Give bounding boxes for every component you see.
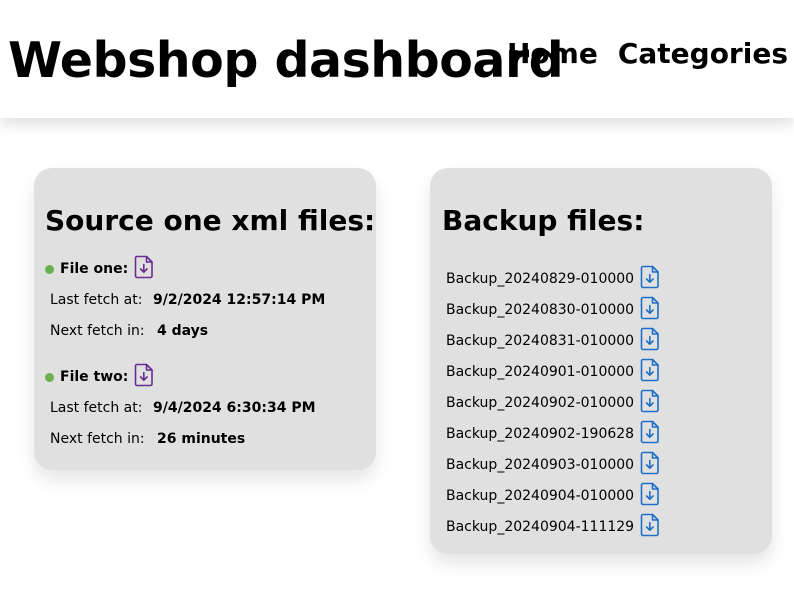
file-download-icon[interactable] — [640, 327, 660, 355]
file-download-icon[interactable] — [640, 513, 660, 541]
backup-list-item: Backup_20240904-111129 — [446, 511, 660, 542]
source-files-card: Source one xml files: File one: Last fet… — [34, 168, 376, 470]
backup-files-card: Backup files: Backup_20240829-010000 Back… — [430, 168, 772, 554]
file-name: File two: — [60, 369, 129, 385]
file-name: File one: — [60, 261, 129, 277]
file-download-icon[interactable] — [640, 296, 660, 324]
file-download-icon[interactable] — [134, 255, 154, 283]
last-fetch-value: 9/4/2024 6:30:34 PM — [153, 400, 316, 416]
backup-list-item: Backup_20240831-010000 — [446, 325, 660, 356]
page-title: Webshop dashboard — [8, 32, 564, 89]
status-dot — [45, 264, 54, 274]
backup-file-name: Backup_20240904-010000 — [446, 487, 635, 504]
main-nav: Home Categories — [507, 40, 788, 68]
last-fetch-value: 9/2/2024 12:57:14 PM — [153, 292, 326, 308]
last-fetch-row: Last fetch at: 9/4/2024 6:30:34 PM — [50, 400, 316, 416]
next-fetch-label: Next fetch in: — [50, 323, 145, 339]
source-card-title: Source one xml files: — [45, 204, 376, 237]
nav-categories-link[interactable]: Categories — [618, 40, 788, 68]
next-fetch-label: Next fetch in: — [50, 431, 145, 447]
source-file-one: File one: — [45, 255, 365, 283]
backup-list-item: Backup_20240901-010000 — [446, 356, 660, 387]
backup-file-name: Backup_20240901-010000 — [446, 363, 635, 380]
backup-file-name: Backup_20240902-190628 — [446, 425, 635, 442]
backup-file-name: Backup_20240903-010000 — [446, 456, 635, 473]
file-download-icon[interactable] — [134, 363, 154, 391]
nav-home-link[interactable]: Home — [507, 40, 598, 68]
next-fetch-value: 26 minutes — [157, 431, 246, 447]
file-download-icon[interactable] — [640, 420, 660, 448]
last-fetch-label: Last fetch at: — [50, 400, 143, 416]
backup-file-name: Backup_20240902-010000 — [446, 394, 635, 411]
backup-list-item: Backup_20240903-010000 — [446, 449, 660, 480]
backup-file-list: Backup_20240829-010000 Backup_20240830-01… — [446, 263, 660, 542]
file-download-icon[interactable] — [640, 265, 660, 293]
next-fetch-row: Next fetch in: 4 days — [50, 323, 208, 339]
backup-list-item: Backup_20240902-010000 — [446, 387, 660, 418]
backup-file-name: Backup_20240830-010000 — [446, 301, 635, 318]
next-fetch-row: Next fetch in: 26 minutes — [50, 431, 245, 447]
next-fetch-value: 4 days — [157, 323, 209, 339]
source-file-two: File two: — [45, 363, 365, 391]
backup-card-title: Backup files: — [442, 204, 645, 237]
backup-file-name: Backup_20240904-111129 — [446, 518, 635, 535]
backup-list-item: Backup_20240829-010000 — [446, 263, 660, 294]
backup-list-item: Backup_20240904-010000 — [446, 480, 660, 511]
top-bar: Webshop dashboard Home Categories — [0, 0, 794, 118]
status-dot — [45, 372, 54, 382]
backup-list-item: Backup_20240902-190628 — [446, 418, 660, 449]
backup-file-name: Backup_20240831-010000 — [446, 332, 635, 349]
backup-file-name: Backup_20240829-010000 — [446, 270, 635, 287]
last-fetch-label: Last fetch at: — [50, 292, 143, 308]
last-fetch-row: Last fetch at: 9/2/2024 12:57:14 PM — [50, 292, 325, 308]
file-download-icon[interactable] — [640, 389, 660, 417]
file-download-icon[interactable] — [640, 482, 660, 510]
backup-list-item: Backup_20240830-010000 — [446, 294, 660, 325]
file-download-icon[interactable] — [640, 358, 660, 386]
file-download-icon[interactable] — [640, 451, 660, 479]
